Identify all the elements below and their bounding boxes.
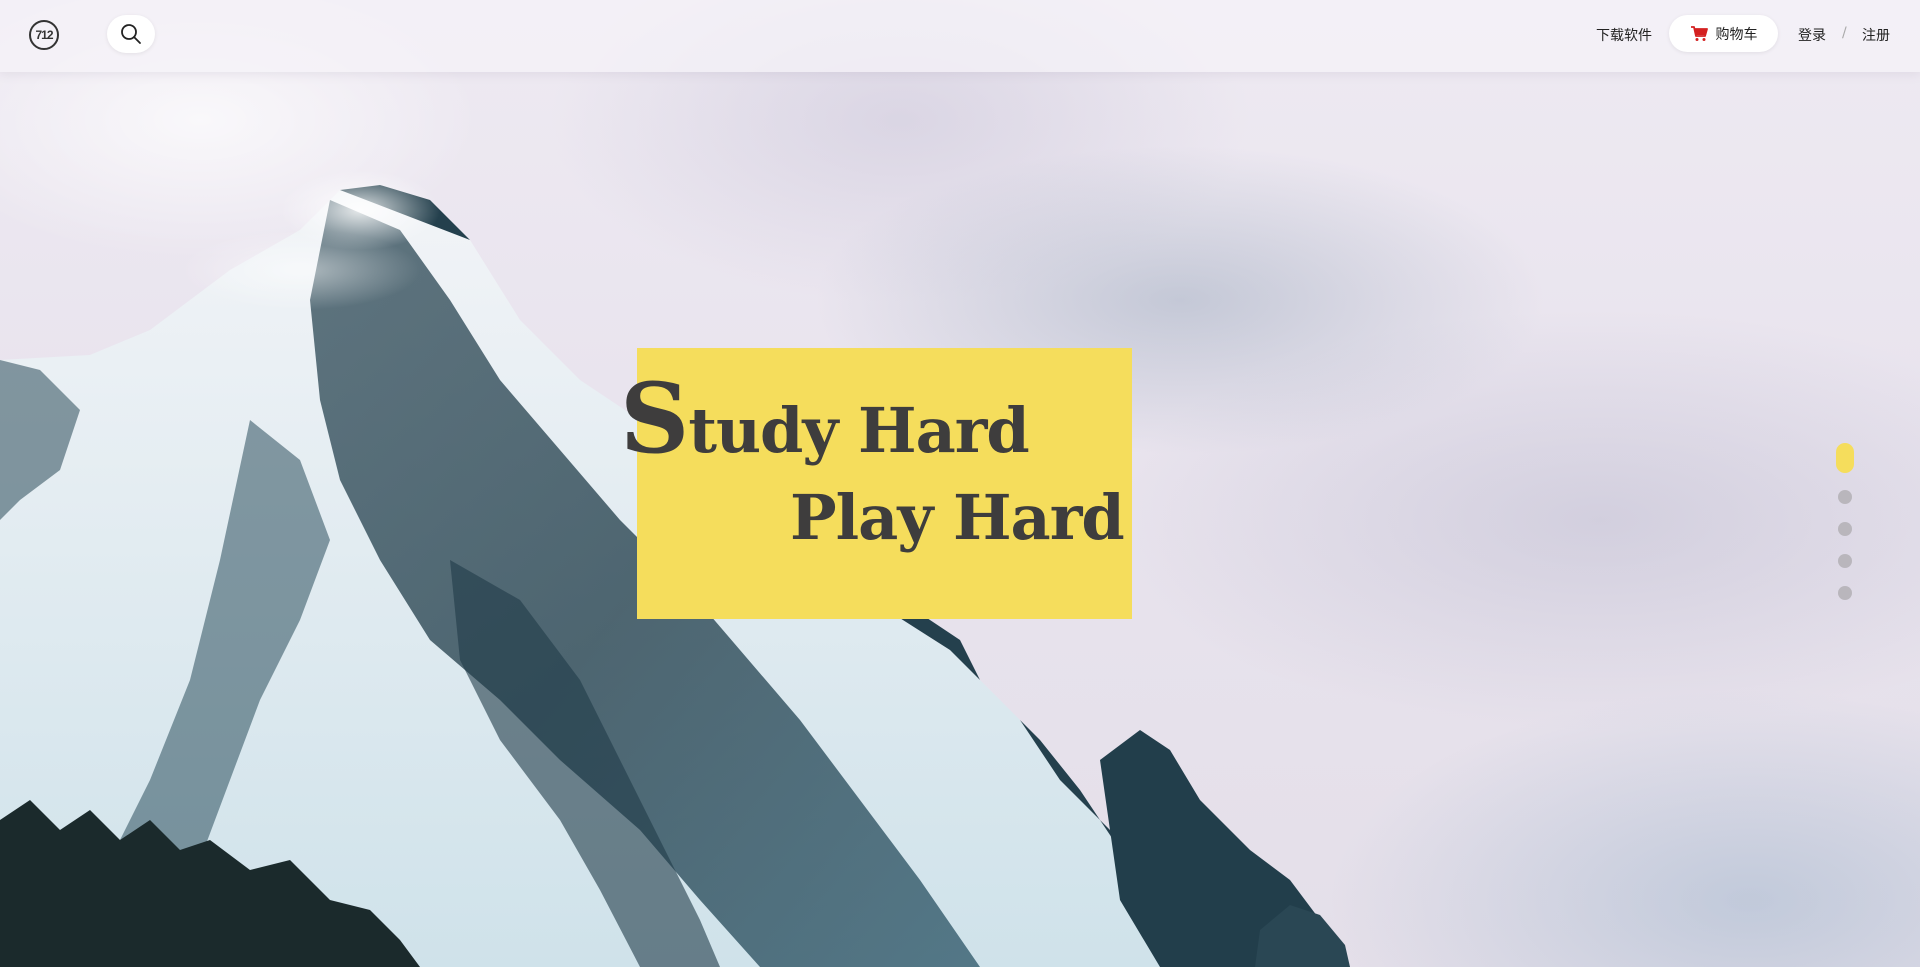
top-header: 712 下载软件 购物车 登录 / 注册: [0, 0, 1920, 72]
slide-dot-4[interactable]: [1838, 554, 1852, 568]
cart-label: 购物车: [1715, 26, 1758, 43]
slide-dot-2[interactable]: [1838, 490, 1852, 504]
slide-dot-1[interactable]: [1836, 443, 1854, 473]
logo-icon[interactable]: 712: [29, 20, 59, 50]
slide-dot-5[interactable]: [1838, 586, 1852, 600]
hero-headline-line2: Play Hard: [790, 481, 1125, 554]
hero-initial-letter: S: [620, 362, 689, 475]
cart-icon: [1690, 25, 1708, 41]
download-software-link[interactable]: 下载软件: [1596, 25, 1652, 45]
register-link[interactable]: 注册: [1862, 25, 1890, 45]
nav-separator: /: [1842, 25, 1847, 41]
hero-headline-line1: Study Hard: [620, 362, 1030, 475]
search-button[interactable]: [107, 15, 155, 53]
login-link[interactable]: 登录: [1798, 25, 1826, 45]
slide-dot-3[interactable]: [1838, 522, 1852, 536]
search-icon: [121, 24, 141, 44]
cart-button[interactable]: 购物车: [1669, 15, 1778, 52]
hero-line1-text: tudy Hard: [688, 394, 1029, 467]
